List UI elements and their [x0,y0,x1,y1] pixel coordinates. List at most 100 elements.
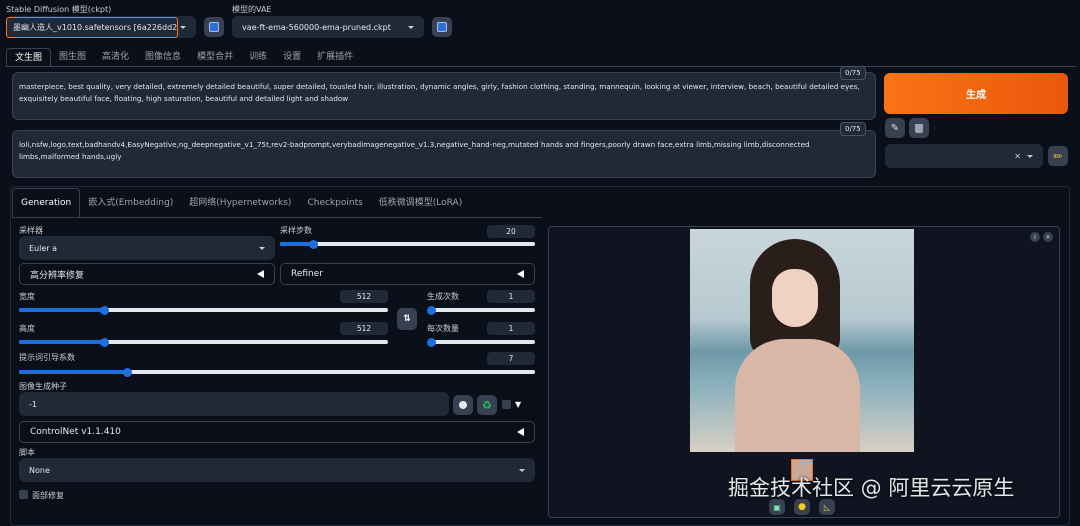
generate-button[interactable]: 生成 [884,73,1068,114]
tab-embedding[interactable]: 嵌入式(Embedding) [80,189,181,217]
random-seed-button[interactable] [453,395,473,415]
slider-track[interactable] [19,305,388,315]
slider-thumb[interactable] [99,337,109,347]
seed-input[interactable]: -1 [19,392,449,416]
expand-triangle-icon[interactable]: ▼ [515,400,521,409]
chevron-down-icon [519,468,525,472]
cfg-label: 提示词引导系数 [19,353,75,362]
ckpt-label: Stable Diffusion 模型(ckpt) [6,5,112,14]
collapse-triangle-icon [517,270,524,278]
tab-hypernetworks[interactable]: 超网络(Hypernetworks) [181,189,299,217]
face-restore-checkbox[interactable] [19,490,28,499]
script-label: 脚本 [19,448,35,457]
slider-thumb[interactable] [123,367,133,377]
steps-label: 采样步数 [280,226,312,235]
script-select[interactable]: None [19,458,535,482]
slider-thumb[interactable] [99,305,109,315]
styles-select[interactable]: ✕ [885,144,1043,168]
slider-fill [19,308,104,312]
refresh-ckpt-button[interactable] [204,17,224,37]
prompt-input[interactable]: masterpiece, best quality, very detailed… [12,72,876,120]
tab-txt2img[interactable]: 文生图 [6,48,52,66]
hires-fix-label: 高分辨率修复 [30,270,85,281]
cfg-slider[interactable] [19,367,535,377]
pencil-icon: ✏ [1053,149,1063,163]
face-restore-label: 面部修复 [32,491,64,500]
vae-select[interactable]: vae-ft-ema-560000-ema-pruned.ckpt [232,16,424,38]
tab-merge[interactable]: 模型合并 [189,48,241,66]
triangle-ruler-icon: ◺ [823,502,831,512]
slider-track[interactable] [19,337,388,347]
tab-extras[interactable]: 高清化 [94,48,137,66]
chevron-down-icon [408,25,414,29]
main-tabs: 文生图 图生图 高清化 图像信息 模型合并 训练 设置 扩展插件 [6,48,1076,67]
ckpt-value: 墨幽人造人_v1010.safetensors [6a226dd292] [6,16,178,38]
slider-thumb[interactable] [427,337,436,347]
sampler-value: Euler a [29,243,58,253]
ckpt-select[interactable]: 墨幽人造人_v1010.safetensors [6a226dd292] [6,16,196,38]
cfg-value[interactable]: 7 [487,352,535,365]
tab-checkpoints[interactable]: Checkpoints [299,189,370,217]
chevron-down-icon [259,246,265,250]
vae-value: vae-ft-ema-560000-ema-pruned.ckpt [242,22,391,32]
batch-count-label: 生成次数 [427,292,459,301]
collapse-triangle-icon [517,428,524,436]
controlnet-accordion[interactable]: ControlNet v1.1.410 [19,421,535,443]
seed-value: -1 [29,399,37,409]
reuse-seed-button[interactable]: ♻ [477,395,497,415]
script-value: None [29,465,50,475]
slider-track[interactable] [427,305,535,315]
sampler-label: 采样器 [19,226,43,235]
close-icon: ✕ [1045,233,1051,241]
brush-icon: ✎ [890,122,900,134]
clear-button[interactable] [909,118,929,138]
slider-thumb[interactable] [309,239,319,249]
steps-slider[interactable] [280,239,535,249]
batch-count-value[interactable]: 1 [487,290,535,303]
slider-thumb[interactable] [427,305,436,315]
image-icon: ▣ [773,502,781,512]
slider-track[interactable] [280,239,535,249]
tab-png-info[interactable]: 图像信息 [137,48,189,66]
height-slider[interactable] [19,337,388,347]
sampler-select[interactable]: Euler a [19,236,275,260]
collapse-triangle-icon [257,270,264,278]
tab-lora[interactable]: 低秩微调模型(LoRA) [371,189,470,217]
height-value[interactable]: 512 [340,322,388,335]
slider-fill [19,340,104,344]
width-label: 宽度 [19,292,35,301]
refresh-vae-button[interactable] [432,17,452,37]
slider-track[interactable] [427,337,535,347]
batch-count-slider[interactable] [427,305,535,315]
swap-dimensions-button[interactable]: ⇅ [397,308,417,330]
dice-icon [459,401,467,409]
refiner-accordion[interactable]: Refiner [280,263,535,285]
hires-fix-accordion[interactable]: 高分辨率修复 [19,263,275,285]
controlnet-label: ControlNet v1.1.410 [30,427,121,437]
tab-extensions[interactable]: 扩展插件 [309,48,361,66]
refresh-icon [437,22,447,32]
tab-generation[interactable]: Generation [12,188,81,217]
download-button[interactable]: ⇩ [1030,232,1040,242]
generated-image[interactable] [690,229,914,452]
negative-prompt-input[interactable]: loli,nsfw,logo,text,badhandv4,EasyNegati… [12,130,876,178]
width-value[interactable]: 512 [340,290,388,303]
height-label: 高度 [19,324,35,333]
prompt-token-count: 0/75 [840,66,866,80]
width-slider[interactable] [19,305,388,315]
clear-x-icon[interactable]: ✕ [1014,152,1021,161]
vae-label: 模型的VAE [232,5,272,14]
slider-track[interactable] [19,367,535,377]
paste-button[interactable]: ✎ [885,118,905,138]
tab-img2img[interactable]: 图生图 [51,48,94,66]
tab-train[interactable]: 训练 [241,48,275,66]
palette-icon: ● [798,502,806,512]
close-button[interactable]: ✕ [1043,232,1053,242]
batch-size-value[interactable]: 1 [487,322,535,335]
batch-size-slider[interactable] [427,337,535,347]
extra-seed-checkbox[interactable] [502,400,511,409]
apply-style-button[interactable]: ✏ [1048,146,1068,166]
steps-value[interactable]: 20 [487,225,535,238]
refiner-label: Refiner [291,269,323,279]
tab-settings[interactable]: 设置 [275,48,309,66]
